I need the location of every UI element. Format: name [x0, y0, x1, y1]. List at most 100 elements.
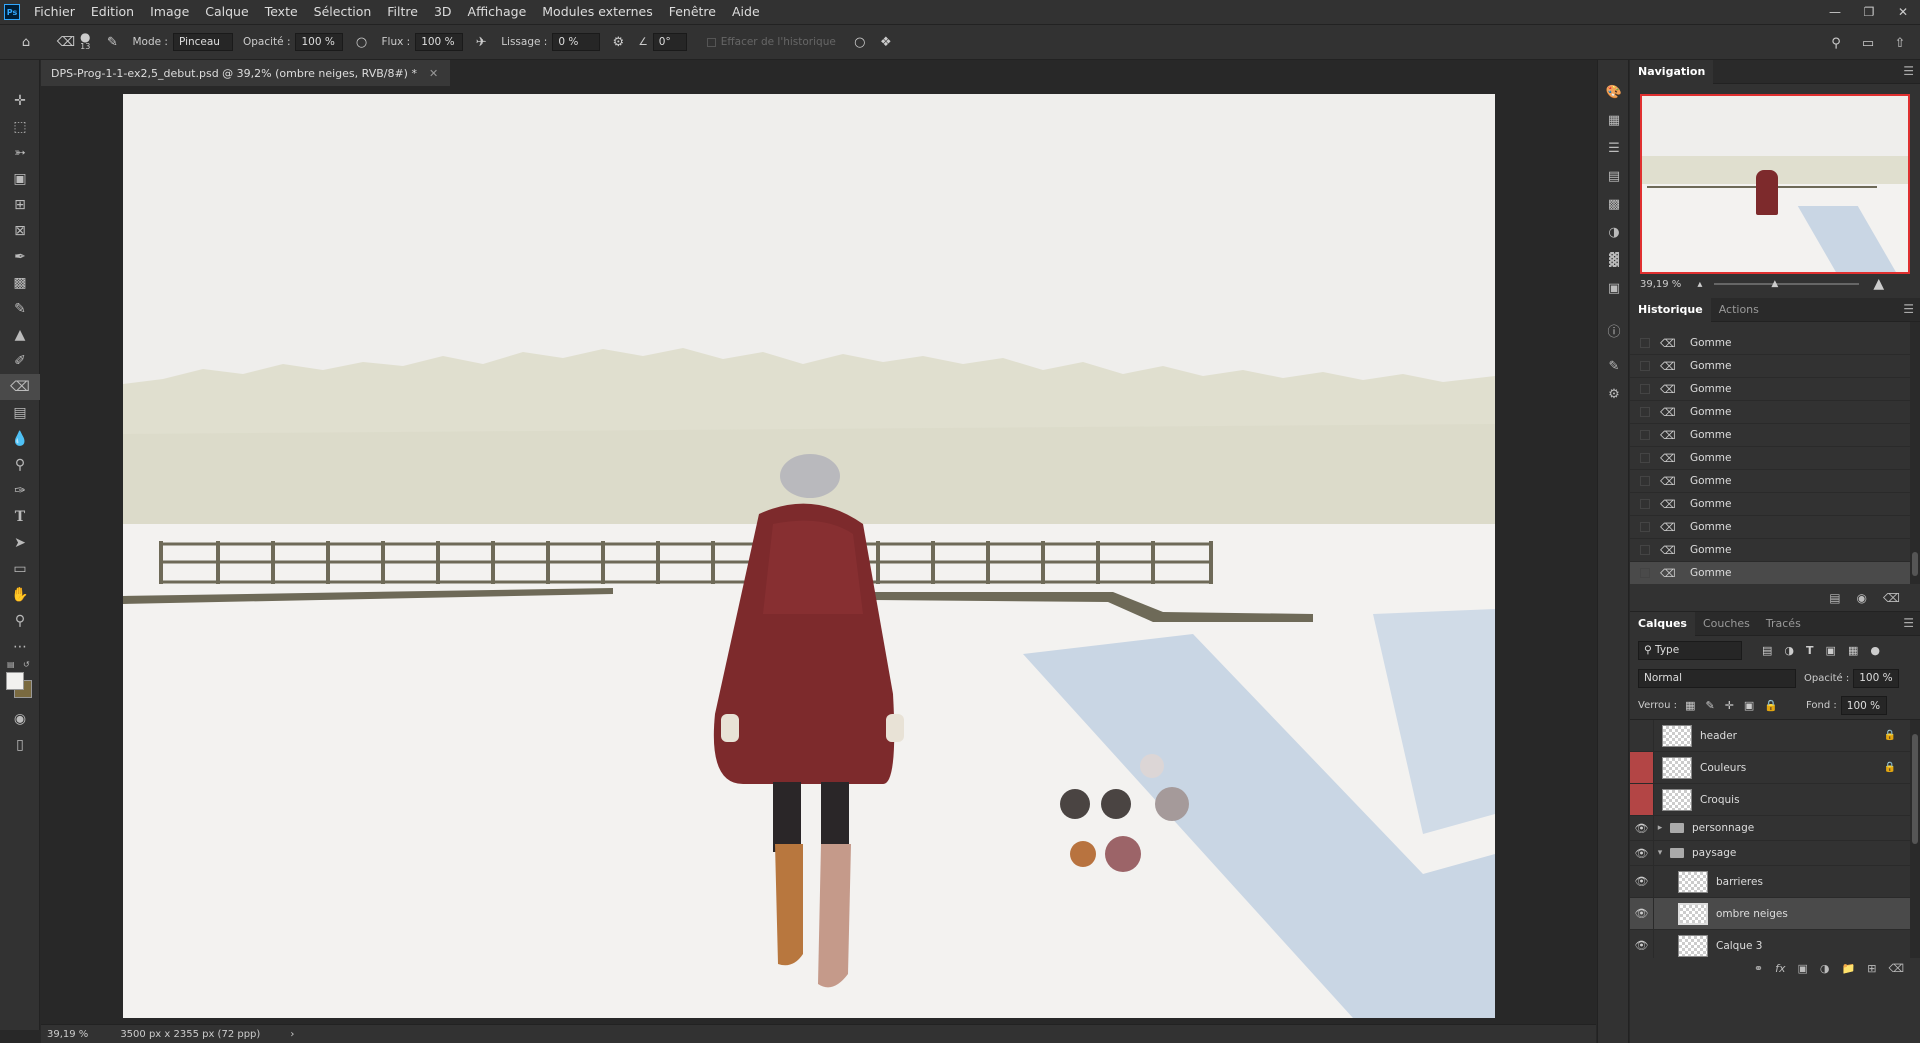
layer-header[interactable]: header 🔒	[1630, 720, 1920, 752]
document-tab[interactable]: DPS-Prog-1-1-ex2,5_debut.psd @ 39,2% (om…	[41, 60, 451, 86]
filter-shape-icon[interactable]: ▣	[1826, 644, 1836, 657]
tab-historique[interactable]: Historique	[1630, 297, 1711, 322]
filter-type-icon[interactable]: T	[1806, 644, 1814, 657]
brush-settings-icon[interactable]: ⚙	[1598, 380, 1630, 408]
menu-selection[interactable]: Sélection	[306, 0, 380, 24]
filter-adjustment-icon[interactable]: ◑	[1784, 644, 1794, 657]
menu-calque[interactable]: Calque	[197, 0, 256, 24]
move-tool-icon[interactable]: ✛	[0, 88, 40, 114]
visibility-toggle-empty[interactable]	[1630, 720, 1654, 751]
menu-fichier[interactable]: Fichier	[26, 0, 83, 24]
tab-actions[interactable]: Actions	[1711, 298, 1767, 322]
layer-effects-icon[interactable]: fx	[1775, 962, 1785, 975]
styles-panel-icon[interactable]: ◑	[1598, 218, 1630, 246]
history-item[interactable]: ⌫ Gomme	[1630, 516, 1920, 539]
layer-barrieres[interactable]: 👁 barrieres	[1630, 866, 1920, 898]
blur-tool-icon[interactable]: 💧	[0, 426, 40, 452]
eraser-preset-icon[interactable]: ⌫	[56, 32, 76, 52]
zoom-tool-icon[interactable]: ⚲	[0, 608, 40, 634]
mode-select[interactable]: Pinceau	[172, 33, 233, 51]
tab-couches[interactable]: Couches	[1695, 612, 1758, 636]
crop-tool-icon[interactable]: ⊞	[0, 192, 40, 218]
share-icon[interactable]: ⇧	[1890, 33, 1910, 53]
history-item-current[interactable]: ⌫ Gomme	[1630, 562, 1920, 584]
history-item[interactable]: ⌫ Gomme	[1630, 401, 1920, 424]
angle-input[interactable]: 0°	[652, 33, 687, 51]
history-item[interactable]: ⌫ Gomme	[1630, 355, 1920, 378]
hand-tool-icon[interactable]: ✋	[0, 582, 40, 608]
dodge-tool-icon[interactable]: ⚲	[0, 452, 40, 478]
erase-history-checkbox[interactable]	[706, 37, 716, 47]
layer-opacity-input[interactable]: 100 %	[1853, 668, 1900, 688]
libraries-panel-icon[interactable]: ▓	[1598, 246, 1630, 274]
smoothing-input[interactable]: 0 %	[552, 33, 601, 51]
brush-panel-icon[interactable]: ✎	[102, 32, 122, 52]
flow-input[interactable]: 100 %	[415, 33, 464, 51]
menu-edition[interactable]: Edition	[83, 0, 142, 24]
gear-icon[interactable]: ⚙	[608, 32, 628, 52]
filter-smart-object-icon[interactable]: ▦	[1848, 644, 1858, 657]
history-item[interactable]: ⌫ Gomme	[1630, 447, 1920, 470]
color-panel-icon[interactable]: 🎨	[1598, 78, 1630, 106]
history-item[interactable]: ⌫ Gomme	[1630, 378, 1920, 401]
lock-all-icon[interactable]: 🔒	[1764, 699, 1778, 712]
layer-croquis[interactable]: Croquis	[1630, 784, 1920, 816]
visibility-toggle-red[interactable]	[1630, 784, 1654, 815]
lasso-tool-icon[interactable]: ➳	[0, 140, 40, 166]
object-selection-tool-icon[interactable]: ▣	[0, 166, 40, 192]
blend-mode-select[interactable]: Normal	[1638, 668, 1796, 688]
eye-icon[interactable]: 👁	[1630, 816, 1654, 840]
zoom-slider-handle[interactable]: ▲	[1771, 279, 1778, 289]
menu-3d[interactable]: 3D	[426, 0, 460, 24]
history-item[interactable]: ⌫ Gomme	[1630, 539, 1920, 562]
airbrush-icon[interactable]: ✈	[471, 32, 491, 52]
menu-aide[interactable]: Aide	[724, 0, 768, 24]
lock-transparency-icon[interactable]: ▦	[1685, 699, 1695, 712]
opacity-input[interactable]: 100 %	[295, 33, 344, 51]
eye-icon[interactable]: 👁	[1630, 930, 1654, 958]
default-colors-icon[interactable]: ▤	[7, 660, 15, 669]
layers-scroll-thumb[interactable]	[1912, 734, 1918, 844]
history-scroll-thumb[interactable]	[1912, 552, 1918, 576]
trash-icon[interactable]: ⌫	[1883, 591, 1900, 605]
gradient-tool-icon[interactable]: ▤	[0, 400, 40, 426]
chevron-right-icon[interactable]: ▸	[1654, 823, 1666, 833]
tab-calques[interactable]: Calques	[1630, 611, 1695, 636]
new-document-from-state-icon[interactable]: ▤	[1829, 591, 1840, 605]
layers-scrollbar[interactable]	[1910, 720, 1920, 958]
history-item[interactable]: ⌫ Gomme	[1630, 493, 1920, 516]
menu-texte[interactable]: Texte	[257, 0, 306, 24]
document-canvas[interactable]	[123, 94, 1495, 1018]
home-icon[interactable]: ⌂	[16, 32, 36, 52]
path-selection-tool-icon[interactable]: ➤	[0, 530, 40, 556]
snapshot-camera-icon[interactable]: ◉	[1857, 591, 1867, 605]
close-icon[interactable]: ✕	[1886, 0, 1920, 24]
stamp-tool-icon[interactable]: ▲	[0, 322, 40, 348]
history-item[interactable]: ⌫ Gomme	[1630, 470, 1920, 493]
workspace-icon[interactable]: ▭	[1858, 33, 1878, 53]
status-zoom[interactable]: 39,19 %	[47, 1029, 88, 1040]
group-paysage[interactable]: 👁 ▾ paysage	[1630, 841, 1920, 866]
layer-filter-select[interactable]: ⚲ Type	[1638, 640, 1742, 660]
delete-layer-icon[interactable]: ⌫	[1888, 962, 1904, 975]
restore-icon[interactable]: ❐	[1852, 0, 1886, 24]
pressure-opacity-icon[interactable]: ○	[351, 32, 371, 52]
group-personnage[interactable]: 👁 ▸ personnage	[1630, 816, 1920, 841]
gradients-panel-icon[interactable]: ▤	[1598, 162, 1630, 190]
new-group-icon[interactable]: 📁	[1842, 962, 1856, 975]
adjustment-layer-icon[interactable]: ◑	[1820, 962, 1830, 975]
history-brush-tool-icon[interactable]: ✐	[0, 348, 40, 374]
visibility-toggle-red[interactable]	[1630, 752, 1654, 783]
zoom-slider[interactable]: ▲	[1714, 279, 1860, 289]
erase-history-option[interactable]: Effacer de l'historique	[706, 36, 836, 48]
layer-calque-3[interactable]: 👁 Calque 3	[1630, 930, 1920, 958]
new-layer-icon[interactable]: ⊞	[1867, 962, 1876, 975]
pressure-size-icon[interactable]: ○	[850, 32, 870, 52]
layer-ombre-neiges[interactable]: 👁 ombre neiges	[1630, 898, 1920, 930]
symmetry-icon[interactable]: ❖	[876, 32, 896, 52]
foreground-color-swatch[interactable]	[6, 672, 24, 690]
history-menu-icon[interactable]: ☰	[1903, 302, 1914, 316]
link-layers-icon[interactable]: ⚭	[1754, 962, 1763, 975]
zoom-out-icon[interactable]: ▴	[1697, 279, 1702, 290]
quick-mask-icon[interactable]: ◉	[0, 706, 40, 732]
